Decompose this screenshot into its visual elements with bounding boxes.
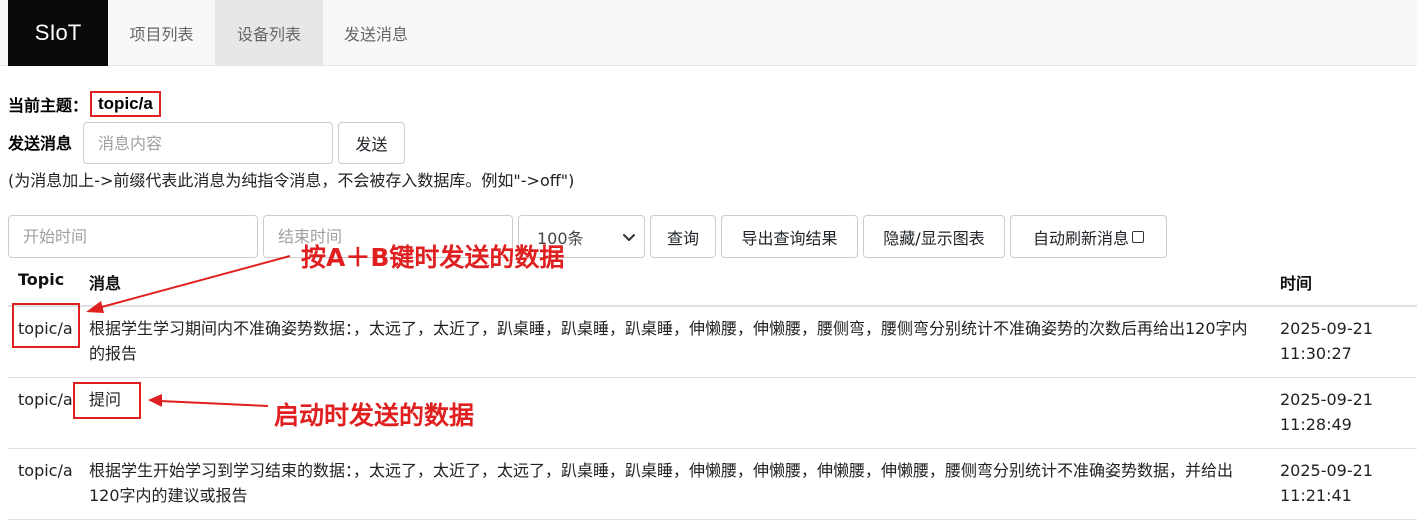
brand-logo[interactable]: SIoT [8, 0, 108, 66]
export-results-button[interactable]: 导出查询结果 [721, 215, 858, 258]
column-header-time: 时间 [1280, 274, 1313, 293]
send-message-label: 发送消息 [8, 134, 73, 153]
command-hint: (为消息加上->前缀代表此消息为纯指令消息，不会被存入数据库。例如"->off"… [8, 171, 575, 190]
navbar: SIoT 项目列表 设备列表 发送消息 [0, 0, 1417, 66]
table-row-clock: 11:30:27 [1280, 344, 1352, 363]
table-row-date: 2025-09-21 [1280, 319, 1373, 338]
annotation-ab-key: 按A＋B键时发送的数据 [301, 243, 565, 272]
table-row-divider [8, 448, 1417, 449]
nav-item-devices[interactable]: 设备列表 [215, 0, 323, 66]
current-topic: 当前主题： topic/a [8, 91, 161, 117]
annotation-startup: 启动时发送的数据 [274, 401, 475, 430]
nav-item-send-message[interactable]: 发送消息 [323, 0, 429, 66]
table-row-clock: 11:28:49 [1280, 415, 1352, 434]
table-row-clock: 11:21:41 [1280, 486, 1352, 505]
table-row-topic: topic/a [18, 390, 73, 409]
start-time-input[interactable] [8, 215, 258, 258]
checkbox-icon[interactable] [1132, 230, 1144, 243]
table-row-divider [8, 519, 1417, 520]
chevron-down-icon [623, 234, 635, 241]
table-row-message: 提问 [89, 390, 122, 409]
send-button[interactable]: 发送 [338, 122, 405, 164]
current-topic-value: topic/a [90, 91, 161, 117]
table-row-topic: topic/a [18, 461, 73, 480]
table-row-date: 2025-09-21 [1280, 461, 1373, 480]
highlight-box-topic [12, 303, 80, 348]
query-button[interactable]: 查询 [650, 215, 716, 258]
toggle-chart-button[interactable]: 隐藏/显示图表 [863, 215, 1005, 258]
column-header-topic: Topic [18, 270, 65, 289]
table-row-message: 根据学生开始学习到学习结束的数据：，太远了，太近了，太远了，趴桌睡，趴桌睡，伸懒… [89, 461, 1234, 505]
current-topic-label: 当前主题： [8, 96, 89, 115]
auto-refresh-label: 自动刷新消息 [1032, 228, 1129, 248]
table-row-message: 根据学生学习期间内不准确姿势数据：，太远了，太近了，趴桌睡，趴桌睡，趴桌睡，伸懒… [89, 319, 1248, 363]
table-row-date: 2025-09-21 [1280, 390, 1373, 409]
table-header-divider [8, 305, 1417, 307]
table-row-divider [8, 377, 1417, 378]
highlight-box-question [73, 382, 141, 419]
column-header-message: 消息 [89, 274, 122, 293]
auto-refresh-button[interactable]: 自动刷新消息 [1010, 215, 1167, 258]
nav-item-projects[interactable]: 项目列表 [108, 0, 215, 66]
message-input[interactable] [83, 122, 333, 164]
